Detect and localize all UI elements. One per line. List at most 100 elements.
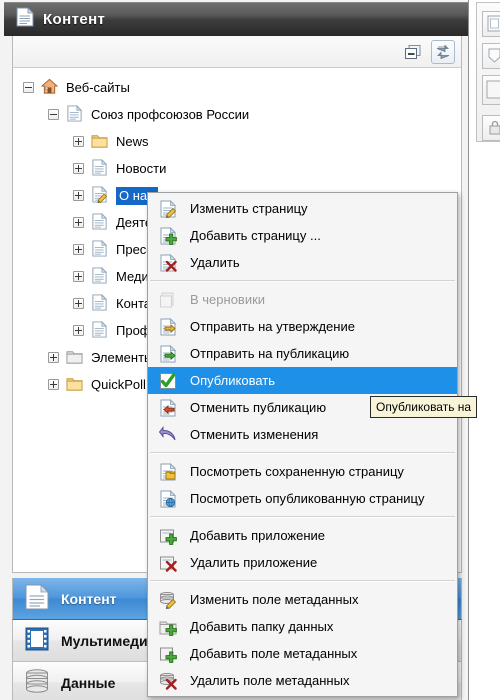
tooltip: Опубликовать на [370, 396, 478, 418]
tree-item[interactable]: Новости [13, 155, 461, 182]
expand-icon[interactable] [73, 217, 84, 228]
menu-item-label: Отправить на публикацию [190, 346, 350, 361]
menu-item[interactable]: Удалить поле метаданных [148, 667, 457, 694]
page-icon [91, 212, 108, 233]
menu-item-label: В черновики [190, 292, 266, 307]
meta-edit-icon [159, 591, 177, 609]
collapse-icon[interactable] [23, 82, 34, 93]
tree-item[interactable]: Союз профсоюзов России [13, 101, 461, 128]
tree-item[interactable]: Веб-сайты [13, 74, 461, 101]
menu-item-label: Добавить страницу ... [190, 228, 321, 243]
accordion-label: Данные [61, 674, 116, 691]
expand-icon[interactable] [73, 325, 84, 336]
menu-item-label: Посмотреть сохраненную страницу [190, 464, 404, 479]
page-delete-icon [159, 253, 177, 272]
expand-icon[interactable] [48, 379, 59, 390]
home-icon [40, 78, 59, 98]
document-icon [16, 7, 34, 32]
view-published-icon [159, 489, 177, 508]
tree-item-label: Новости [116, 161, 167, 176]
menu-item: В черновики [148, 286, 457, 313]
tree-toolbar [12, 36, 462, 68]
draft-icon [159, 291, 177, 309]
menu-item[interactable]: Отправить на публикацию [148, 340, 457, 367]
menu-item-label: Добавить приложение [190, 528, 326, 543]
page-edit-icon [91, 185, 108, 206]
panel-header: Контент [4, 2, 468, 36]
menu-item-label: Отменить публикацию [190, 400, 327, 415]
box-tool-icon[interactable] [482, 75, 500, 105]
menu-separator [150, 452, 455, 454]
page-icon [91, 239, 108, 260]
expand-icon[interactable] [73, 136, 84, 147]
menu-item[interactable]: Изменить страницу [148, 195, 457, 222]
menu-item[interactable]: Удалить приложение [148, 549, 457, 576]
menu-separator [150, 516, 455, 518]
tree-item-label: News [116, 134, 149, 149]
folder-yellow-icon [91, 132, 108, 152]
folder-yellow-icon [66, 375, 83, 395]
menu-item-label: Добавить папку данных [190, 619, 334, 634]
menu-item[interactable]: Удалить [148, 249, 457, 276]
menu-separator [150, 580, 455, 582]
menu-item[interactable]: Опубликовать [148, 367, 457, 394]
data-folder-add-icon [159, 618, 177, 636]
menu-item[interactable]: Отправить на утверждение [148, 313, 457, 340]
right-side-panel [468, 0, 500, 700]
menu-item-label: Изменить страницу [190, 201, 308, 216]
menu-item[interactable]: Изменить поле метаданных [148, 586, 457, 613]
meta-delete-icon [159, 672, 177, 690]
menu-item-label: Отправить на утверждение [190, 319, 355, 334]
page-icon [66, 104, 83, 125]
tree-item[interactable]: News [13, 128, 461, 155]
publish-check-icon [159, 372, 177, 390]
application-window: Контент Веб-сайты Союз профсоюзов России N… [0, 0, 500, 700]
menu-item[interactable]: Добавить поле метаданных [148, 640, 457, 667]
database-icon [25, 668, 49, 697]
menu-item[interactable]: Добавить приложение [148, 522, 457, 549]
menu-separator [150, 280, 455, 282]
menu-item-label: Добавить поле метаданных [190, 646, 358, 661]
collapse-icon[interactable] [48, 109, 59, 120]
expand-icon[interactable] [48, 352, 59, 363]
menu-item[interactable]: Добавить страницу ... [148, 222, 457, 249]
panel-title: Контент [43, 11, 106, 28]
menu-item-label: Удалить приложение [190, 555, 318, 570]
page-icon [91, 320, 108, 341]
collapse-all-icon[interactable] [401, 40, 425, 64]
document-icon [25, 584, 49, 613]
lock-tool-icon[interactable] [482, 115, 500, 141]
page-edit-icon [159, 199, 177, 218]
menu-item[interactable]: Посмотреть опубликованную страницу [148, 485, 457, 512]
expand-icon[interactable] [73, 163, 84, 174]
menu-item-label: Посмотреть опубликованную страницу [190, 491, 425, 506]
tree-item-label: Союз профсоюзов России [91, 107, 250, 122]
expand-icon[interactable] [73, 271, 84, 282]
page-icon [91, 158, 108, 179]
folder-gray-icon [66, 348, 83, 368]
sync-tree-icon[interactable] [431, 40, 455, 64]
expand-icon[interactable] [73, 244, 84, 255]
unpublish-icon [159, 398, 177, 417]
shield-tool-icon[interactable] [482, 43, 500, 69]
right-toolbar-group [476, 2, 500, 142]
menu-item-label: Опубликовать [190, 373, 276, 388]
menu-item-label: Удалить поле метаданных [190, 673, 350, 688]
expand-icon[interactable] [73, 190, 84, 201]
page-icon [91, 266, 108, 287]
undo-arrow-icon [158, 425, 177, 444]
accordion-label: Контент [61, 590, 117, 607]
send-approve-icon [159, 317, 177, 336]
menu-item[interactable]: Добавить папку данных [148, 613, 457, 640]
menu-item[interactable]: Отменить изменения [148, 421, 457, 448]
tree-item-label: Веб-сайты [66, 80, 130, 95]
film-icon [25, 626, 49, 655]
send-publish-icon [159, 344, 177, 363]
menu-item-label: Изменить поле метаданных [190, 592, 359, 607]
app-add-icon [159, 527, 177, 545]
context-menu[interactable]: Изменить страницу Добавить страницу ... Уд… [147, 192, 458, 697]
expand-icon[interactable] [73, 298, 84, 309]
accordion-label: Мультимедиа [61, 632, 156, 649]
menu-item[interactable]: Посмотреть сохраненную страницу [148, 458, 457, 485]
page-tool-icon[interactable] [482, 11, 500, 37]
